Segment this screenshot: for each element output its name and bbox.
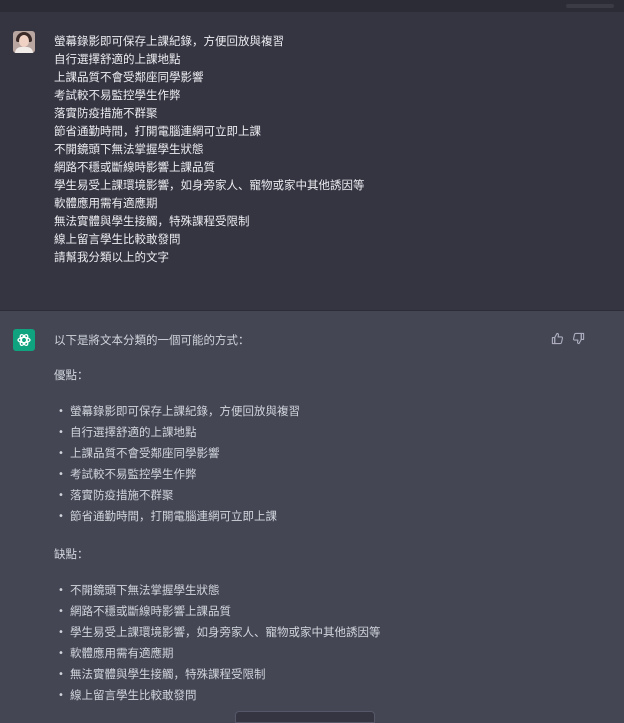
user-line: 落實防疫措施不群聚 xyxy=(54,106,158,120)
user-line: 無法實體與學生接觸，特殊課程受限制 xyxy=(54,214,250,228)
list-item-text: 線上留言學生比較敢發問 xyxy=(70,688,197,702)
bullet: • xyxy=(58,690,64,701)
assistant-intro: 以下是將文本分類的一個可能的方式： xyxy=(54,333,250,347)
assistant-message-text: 以下是將文本分類的一個可能的方式： 優點： • 螢幕錄影即可保存上課紀錄，方便回放… xyxy=(54,332,574,706)
list-item: • 節省通勤時間，打開電腦連網可立即上課 xyxy=(54,506,574,527)
bullet: • xyxy=(58,448,64,459)
bullet: • xyxy=(58,606,64,617)
list-item-text: 上課品質不會受鄰座同學影響 xyxy=(70,446,220,460)
bullet: • xyxy=(58,427,64,438)
top-bar xyxy=(0,0,624,12)
user-line: 學生易受上課環境影響，如身旁家人、寵物或家中其他誘因等 xyxy=(54,178,365,192)
list-item-text: 節省通勤時間，打開電腦連網可立即上課 xyxy=(70,509,277,523)
user-line: 考試較不易監控學生作弊 xyxy=(54,88,181,102)
list-item: • 上課品質不會受鄰座同學影響 xyxy=(54,443,574,464)
list-item-text: 螢幕錄影即可保存上課紀錄，方便回放與複習 xyxy=(70,404,300,418)
list-item-text: 無法實體與學生接觸，特殊課程受限制 xyxy=(70,667,266,681)
bullet: • xyxy=(58,490,64,501)
list-item-text: 學生易受上課環境影響，如身旁家人、寵物或家中其他誘因等 xyxy=(70,625,381,639)
cons-list: • 不開鏡頭下無法掌握學生狀態 • 網路不穩或斷線時影響上課品質 • 學生易受上課環境… xyxy=(54,580,574,706)
bullet: • xyxy=(58,627,64,638)
list-item: • 落實防疫措施不群聚 xyxy=(54,485,574,506)
user-line: 軟體應用需有適應期 xyxy=(54,196,158,210)
cons-heading: 缺點： xyxy=(54,547,89,561)
list-item-text: 網路不穩或斷線時影響上課品質 xyxy=(70,604,231,618)
user-line: 自行選擇舒適的上課地點 xyxy=(54,52,181,66)
list-item-text: 自行選擇舒適的上課地點 xyxy=(70,425,197,439)
bullet: • xyxy=(58,406,64,417)
bullet: • xyxy=(58,585,64,596)
list-item: • 軟體應用需有適應期 xyxy=(54,643,574,664)
pros-heading: 優點： xyxy=(54,368,89,382)
user-line: 線上留言學生比較敢發問 xyxy=(54,232,181,246)
bullet: • xyxy=(58,669,64,680)
assistant-message: 以下是將文本分類的一個可能的方式： 優點： • 螢幕錄影即可保存上課紀錄，方便回放… xyxy=(0,311,624,719)
list-item: • 考試較不易監控學生作弊 xyxy=(54,464,574,485)
list-item-text: 落實防疫措施不群聚 xyxy=(70,488,174,502)
user-line: 不開鏡頭下無法掌握學生狀態 xyxy=(54,142,204,156)
bullet: • xyxy=(58,511,64,522)
user-avatar xyxy=(13,31,35,53)
user-line: 上課品質不會受鄰座同學影響 xyxy=(54,70,204,84)
list-item: • 學生易受上課環境影響，如身旁家人、寵物或家中其他誘因等 xyxy=(54,622,574,643)
user-line: 請幫我分類以上的文字 xyxy=(54,250,169,264)
list-item: • 螢幕錄影即可保存上課紀錄，方便回放與複習 xyxy=(54,401,574,422)
list-item: • 線上留言學生比較敢發問 xyxy=(54,685,574,706)
list-item: • 自行選擇舒適的上課地點 xyxy=(54,422,574,443)
regenerate-button-edge[interactable] xyxy=(235,711,375,723)
bullet: • xyxy=(58,469,64,480)
list-item: • 不開鏡頭下無法掌握學生狀態 xyxy=(54,580,574,601)
user-line: 螢幕錄影即可保存上課紀錄，方便回放與複習 xyxy=(54,34,284,48)
list-item-text: 不開鏡頭下無法掌握學生狀態 xyxy=(70,583,220,597)
list-item: • 網路不穩或斷線時影響上課品質 xyxy=(54,601,574,622)
list-item-text: 軟體應用需有適應期 xyxy=(70,646,174,660)
top-bar-stub xyxy=(566,4,614,8)
pros-list: • 螢幕錄影即可保存上課紀錄，方便回放與複習 • 自行選擇舒適的上課地點 • 上課品質… xyxy=(54,401,574,527)
openai-logo-icon xyxy=(13,329,35,351)
user-message-text: 螢幕錄影即可保存上課紀錄，方便回放與複習 自行選擇舒適的上課地點 上課品質不會受… xyxy=(54,32,594,266)
user-line: 節省通勤時間，打開電腦連網可立即上課 xyxy=(54,124,261,138)
user-line: 網路不穩或斷線時影響上課品質 xyxy=(54,160,215,174)
bullet: • xyxy=(58,648,64,659)
list-item-text: 考試較不易監控學生作弊 xyxy=(70,467,197,481)
user-message: 螢幕錄影即可保存上課紀錄，方便回放與複習 自行選擇舒適的上課地點 上課品質不會受… xyxy=(0,12,624,311)
list-item: • 無法實體與學生接觸，特殊課程受限制 xyxy=(54,664,574,685)
